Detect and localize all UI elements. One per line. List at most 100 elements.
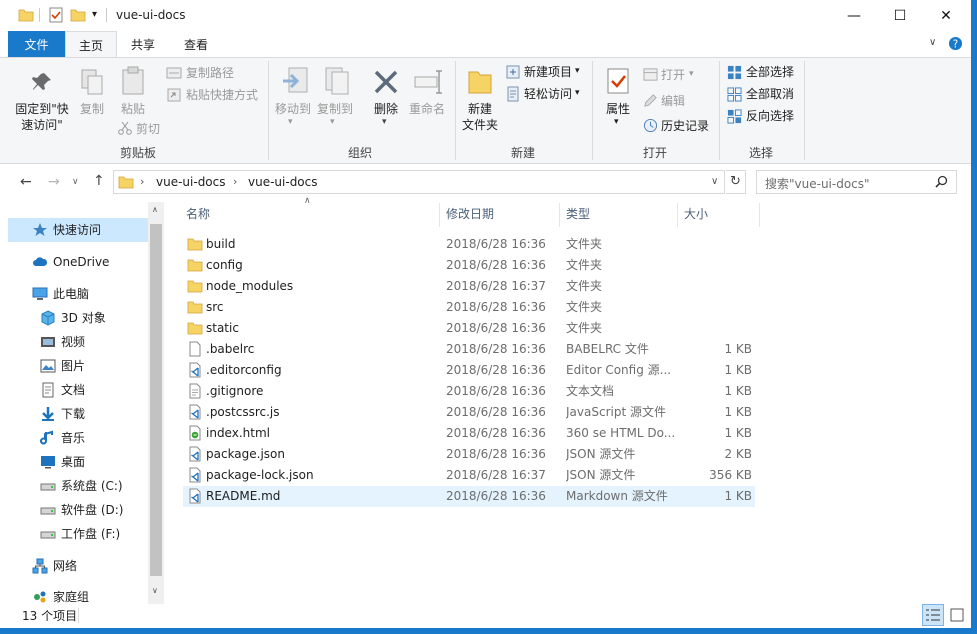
maximize-button[interactable]: ☐ bbox=[877, 0, 923, 31]
column-divider[interactable] bbox=[759, 203, 760, 227]
chevron-down-icon: ▾ bbox=[330, 117, 335, 127]
properties-button[interactable]: 属性 bbox=[601, 101, 635, 117]
paste-button[interactable]: 粘贴 bbox=[117, 101, 149, 117]
tab-file[interactable]: 文件 bbox=[8, 31, 65, 57]
file-name: .gitignore bbox=[206, 384, 264, 398]
column-divider[interactable] bbox=[677, 203, 678, 227]
copy-path-button[interactable]: 复制路径 bbox=[186, 65, 234, 81]
forward-button[interactable]: → bbox=[48, 174, 60, 190]
divider bbox=[78, 608, 79, 623]
column-divider[interactable] bbox=[439, 203, 440, 227]
file-row[interactable]: .babelrc 2018/6/28 16:36 BABELRC 文件 1 KB bbox=[183, 339, 755, 360]
drive-icon bbox=[40, 531, 56, 539]
collapse-ribbon-icon[interactable]: ∨ bbox=[929, 37, 936, 48]
delete-button[interactable]: 删除 bbox=[368, 101, 404, 117]
file-date: 2018/6/28 16:36 bbox=[446, 300, 546, 314]
address-dropdown-icon[interactable]: ∨ bbox=[711, 176, 718, 187]
open-button[interactable]: 打开 bbox=[661, 67, 685, 83]
minimize-button[interactable]: — bbox=[831, 0, 877, 31]
vscode-file-icon bbox=[189, 446, 201, 462]
pin-quick-access-button[interactable]: 固定到"快 速访问" bbox=[10, 101, 74, 133]
file-name: index.html bbox=[206, 426, 270, 440]
column-type[interactable]: 类型 bbox=[566, 200, 590, 228]
back-button[interactable]: ← bbox=[20, 174, 32, 190]
file-list: build 2018/6/28 16:36 文件夹 config 2018/6/28 1… bbox=[0, 234, 971, 514]
file-row[interactable]: node_modules 2018/6/28 16:37 文件夹 bbox=[183, 276, 755, 297]
easy-access-button[interactable]: 轻松访问 bbox=[524, 86, 572, 102]
file-date: 2018/6/28 16:37 bbox=[446, 468, 546, 482]
file-size: 1 KB bbox=[724, 342, 752, 356]
column-date[interactable]: 修改日期 bbox=[446, 200, 494, 228]
nav-item[interactable]: 工作盘 (F:) bbox=[8, 522, 148, 546]
file-type: 文本文档 bbox=[566, 384, 615, 398]
select-none-button[interactable]: 全部取消 bbox=[746, 86, 794, 102]
breadcrumb-separator[interactable]: › bbox=[140, 175, 144, 188]
file-row[interactable]: src 2018/6/28 16:36 文件夹 bbox=[183, 297, 755, 318]
nav-item-label: 工作盘 (F:) bbox=[61, 527, 121, 541]
breadcrumb-item[interactable]: vue-ui-docs bbox=[248, 175, 318, 189]
invert-selection-icon bbox=[727, 109, 742, 124]
cut-button[interactable]: 剪切 bbox=[136, 121, 160, 137]
file-type: Editor Config 源... bbox=[566, 363, 672, 377]
up-button[interactable]: ↑ bbox=[93, 173, 105, 189]
window-title: vue-ui-docs bbox=[116, 8, 186, 22]
search-icon[interactable] bbox=[935, 175, 948, 188]
file-row[interactable]: package-lock.json 2018/6/28 16:37 JSON 源文件… bbox=[183, 465, 755, 486]
file-row[interactable]: .editorconfig 2018/6/28 16:36 Editor Confi… bbox=[183, 360, 755, 381]
new-folder-icon[interactable] bbox=[70, 7, 86, 23]
copy-to-button[interactable]: 复制到 bbox=[315, 101, 355, 117]
properties-check-icon[interactable] bbox=[48, 7, 64, 23]
copy-button[interactable]: 复制 bbox=[76, 101, 108, 117]
group-separator bbox=[455, 61, 456, 160]
copy-icon bbox=[81, 69, 103, 95]
rename-button[interactable]: 重命名 bbox=[407, 101, 447, 117]
column-name[interactable]: 名称 bbox=[186, 200, 210, 228]
chevron-down-icon: ▾ bbox=[288, 117, 293, 127]
folder-icon bbox=[187, 322, 203, 335]
folder-icon bbox=[18, 9, 34, 22]
chevron-down-icon: ▾ bbox=[382, 117, 387, 127]
folder-icon bbox=[187, 301, 203, 314]
large-icons-view-button[interactable] bbox=[946, 604, 968, 626]
select-all-button[interactable]: 全部选择 bbox=[746, 64, 794, 80]
new-folder-button[interactable]: 新建 文件夹 bbox=[458, 101, 502, 133]
file-row[interactable]: build 2018/6/28 16:36 文件夹 bbox=[183, 234, 755, 255]
folder-icon bbox=[187, 280, 203, 293]
file-row[interactable]: config 2018/6/28 16:36 文件夹 bbox=[183, 255, 755, 276]
breadcrumb-separator[interactable]: › bbox=[233, 175, 237, 188]
invert-selection-button[interactable]: 反向选择 bbox=[746, 108, 794, 124]
new-item-button[interactable]: 新建项目 bbox=[524, 64, 572, 80]
breadcrumb-item[interactable]: vue-ui-docs bbox=[156, 175, 226, 189]
tab-share[interactable]: 共享 bbox=[122, 31, 164, 57]
file-row[interactable]: index.html 2018/6/28 16:36 360 se HTML Do.… bbox=[183, 423, 755, 444]
group-separator bbox=[268, 61, 269, 160]
nav-item[interactable]: 网络 bbox=[8, 554, 148, 578]
edit-button[interactable]: 编辑 bbox=[661, 93, 685, 109]
move-to-button[interactable]: 移动到 bbox=[273, 101, 313, 117]
column-divider[interactable] bbox=[559, 203, 560, 227]
file-date: 2018/6/28 16:36 bbox=[446, 342, 546, 356]
history-button[interactable]: 历史记录 bbox=[661, 118, 709, 134]
file-row[interactable]: README.md 2018/6/28 16:36 Markdown 源文件 1 KB bbox=[183, 486, 755, 507]
help-icon[interactable]: ? bbox=[948, 36, 963, 51]
nav-item-label: 网络 bbox=[53, 559, 78, 573]
quick-access-dropdown-icon[interactable]: ▾ bbox=[92, 9, 97, 20]
file-date: 2018/6/28 16:36 bbox=[446, 426, 546, 440]
tab-home[interactable]: 主页 bbox=[65, 31, 117, 58]
close-button[interactable]: ✕ bbox=[923, 0, 969, 31]
details-view-button[interactable] bbox=[922, 604, 944, 626]
scroll-down-icon[interactable]: ∨ bbox=[152, 586, 158, 595]
group-separator bbox=[804, 61, 805, 160]
file-type: JavaScript 源文件 bbox=[566, 405, 666, 419]
scroll-up-icon[interactable]: ∧ bbox=[152, 205, 158, 214]
file-row[interactable]: .postcssrc.js 2018/6/28 16:36 JavaScript 源… bbox=[183, 402, 755, 423]
column-size[interactable]: 大小 bbox=[684, 200, 708, 228]
paste-shortcut-button[interactable]: 粘贴快捷方式 bbox=[186, 87, 258, 103]
tab-view[interactable]: 查看 bbox=[174, 31, 218, 57]
file-row[interactable]: static 2018/6/28 16:36 文件夹 bbox=[183, 318, 755, 339]
file-row[interactable]: package.json 2018/6/28 16:36 JSON 源文件 2 KB bbox=[183, 444, 755, 465]
file-row[interactable]: .gitignore 2018/6/28 16:36 文本文档 1 KB bbox=[183, 381, 755, 402]
open-icon bbox=[643, 68, 658, 81]
refresh-button[interactable]: ↻ bbox=[726, 170, 746, 194]
recent-locations-dropdown[interactable]: ∨ bbox=[72, 177, 79, 187]
